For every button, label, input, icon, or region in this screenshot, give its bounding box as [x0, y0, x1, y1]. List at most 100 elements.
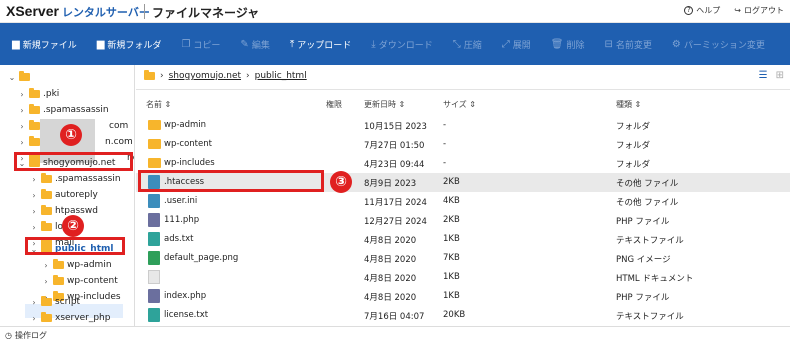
table-row[interactable]: 4月8日 2020 1KB HTML ドキュメント [136, 268, 790, 287]
table-row[interactable]: 111.php 12月27日 2024 2KB PHP ファイル [136, 211, 790, 230]
chevron-right-icon[interactable]: › [18, 106, 26, 115]
copy-button[interactable]: ❐ コピー [181, 38, 220, 51]
tree-item-autoreply[interactable]: › autoreply [30, 187, 98, 203]
tree-item-xserver-php[interactable]: › xserver_php [30, 310, 110, 326]
permission-icon: ⚙ [671, 38, 681, 50]
file-size: 4KB [443, 196, 460, 206]
chevron-right-icon[interactable]: › [30, 175, 38, 184]
rename-icon: ⊟ [604, 38, 613, 50]
chevron-down-icon[interactable]: ⌄ [8, 73, 16, 82]
file-date: 4月8日 2020 [364, 293, 417, 303]
breadcrumb-folder[interactable]: public_html [255, 71, 307, 81]
tree-item-pki[interactable]: › .pki [18, 86, 59, 102]
extract-button[interactable]: ⤢ 展開 [502, 38, 531, 51]
logout-icon: ↪ [734, 6, 741, 15]
file-size: - [443, 120, 447, 130]
list-view-icon[interactable]: ☰ [759, 70, 768, 81]
tree-item-sub-spamassassin[interactable]: › .spamassassin [30, 171, 121, 187]
highlight-box-1 [14, 152, 133, 171]
annotation-marker-1: ① [60, 124, 82, 146]
file-size: 1KB [443, 291, 460, 301]
chevron-right-icon[interactable]: › [18, 138, 26, 147]
file-icon [148, 194, 160, 208]
breadcrumb-separator: › [160, 71, 164, 81]
file-type: その他 ファイル [616, 198, 679, 208]
edit-button[interactable]: ✎ 編集 [240, 38, 269, 51]
new-file-button[interactable]: ▆ 新規ファイル [12, 38, 77, 51]
upload-button[interactable]: ⤒ アップロード [290, 38, 351, 51]
chevron-right-icon[interactable]: › [30, 207, 38, 216]
logout-link[interactable]: ↪ ログアウト [734, 5, 784, 16]
chevron-right-icon[interactable]: › [30, 314, 38, 323]
logo-subtitle: レンタルサーバー [61, 7, 150, 19]
file-date: 8月9日 2023 [364, 179, 417, 189]
text-file-icon [148, 232, 160, 246]
new-folder-button[interactable]: ▆ 新規フォルダ [97, 38, 162, 51]
tree-root[interactable]: ⌄ [8, 69, 30, 85]
new-file-icon: ▆ [12, 38, 20, 50]
compress-button[interactable]: ⤡ 圧縮 [453, 38, 482, 51]
download-button[interactable]: ⤓ ダウンロード [371, 38, 432, 51]
clock-icon: ◷ [5, 330, 12, 340]
tree-item-spamassassin[interactable]: › .spamassassin [18, 102, 109, 118]
column-type[interactable]: 種類 ⇕ [616, 99, 641, 110]
help-link[interactable]: ? ヘルプ [684, 5, 720, 16]
xserver-logo[interactable]: XServer レンタルサーバー [6, 3, 150, 20]
delete-button[interactable]: 🗑 削除 [551, 38, 585, 51]
operation-log-bar[interactable]: ◷ 操作ログ [0, 326, 790, 343]
table-row[interactable]: license.txt 7月16日 04:07 20KB テキストファイル [136, 306, 790, 325]
file-date: 4月8日 2020 [364, 236, 417, 246]
highlight-box-2 [25, 237, 125, 255]
file-size: 20KB [443, 310, 466, 320]
compress-icon: ⤡ [452, 38, 461, 50]
permission-button[interactable]: ⚙ パーミッション変更 [672, 38, 765, 51]
grid-view-icon[interactable]: ⊞ [776, 70, 784, 81]
column-size[interactable]: サイズ ⇕ [443, 99, 476, 110]
toolbar: ▆ 新規ファイル ▆ 新規フォルダ ❐ コピー ✎ 編集 ⤒ アップロード ⤓ ダウンロード… [0, 23, 790, 65]
chevron-right-icon[interactable]: › [30, 191, 38, 200]
divider [136, 89, 790, 90]
file-size: - [443, 158, 447, 168]
table-row[interactable]: index.php 4月8日 2020 1KB PHP ファイル [136, 287, 790, 306]
file-type: その他 ファイル [616, 179, 679, 189]
rename-button[interactable]: ⊟ 名前変更 [604, 38, 651, 51]
file-type: フォルダ [616, 160, 651, 170]
file-date: 11月17日 2024 [364, 198, 427, 208]
breadcrumb-domain[interactable]: shogyomujo.net [169, 71, 241, 81]
html-file-icon [148, 270, 160, 284]
file-size: 2KB [443, 177, 460, 187]
app-title: ファイルマネージャ [152, 6, 260, 20]
file-size: 1KB [443, 272, 460, 282]
folder-icon [144, 70, 155, 80]
table-row[interactable]: wp-admin 10月15日 2023 - フォルダ [136, 116, 790, 135]
table-row[interactable]: default_page.png 4月8日 2020 7KB PNG イメージ [136, 249, 790, 268]
trash-icon: 🗑 [550, 38, 564, 50]
file-name: wp-admin [164, 120, 207, 130]
chevron-right-icon[interactable]: › [42, 277, 50, 286]
chevron-right-icon[interactable]: › [18, 122, 26, 131]
tree-item-wp-content[interactable]: › wp-content [42, 273, 118, 289]
folder-tree: ⌄ ›.pki ›.spamassassin ›com ›n.com ›ne ⌄… [0, 65, 135, 326]
chevron-right-icon[interactable]: › [18, 90, 26, 99]
column-date[interactable]: 更新日時 ⇕ [364, 99, 405, 110]
image-file-icon [148, 251, 160, 265]
tree-item-wp-admin[interactable]: › wp-admin [42, 257, 112, 273]
extract-icon: ⤢ [501, 38, 510, 50]
tree-item-htpasswd[interactable]: › htpasswd [30, 203, 98, 219]
file-date: 12月27日 2024 [364, 217, 427, 227]
chevron-right-icon[interactable]: › [42, 261, 50, 270]
divider [144, 4, 145, 19]
table-row[interactable]: .user.ini 11月17日 2024 4KB その他 ファイル [136, 192, 790, 211]
file-type: テキストファイル [616, 236, 684, 246]
chevron-right-icon[interactable]: › [30, 298, 38, 307]
file-type: テキストファイル [616, 312, 684, 322]
table-row[interactable]: wp-content 7月27日 01:50 - フォルダ [136, 135, 790, 154]
column-permission[interactable]: 権限 [326, 99, 342, 110]
help-icon: ? [684, 6, 694, 15]
folder-icon [148, 120, 161, 130]
chevron-right-icon[interactable]: › [30, 223, 38, 232]
column-name[interactable]: 名前 ⇕ [146, 99, 171, 110]
tree-item-script[interactable]: › script [30, 294, 80, 310]
folder-icon [53, 275, 64, 285]
table-row[interactable]: ads.txt 4月8日 2020 1KB テキストファイル [136, 230, 790, 249]
